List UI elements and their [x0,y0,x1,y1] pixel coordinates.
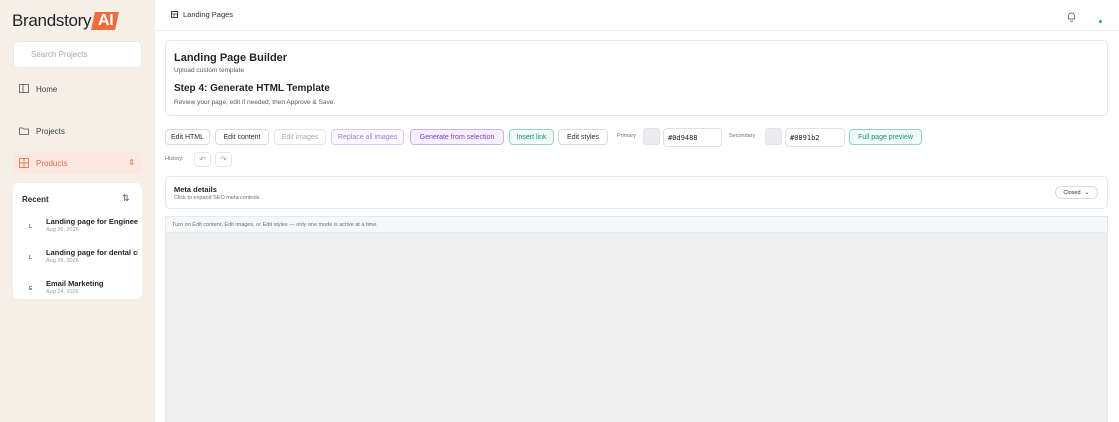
history-label: History: [165,156,184,162]
nav-item-projects-label: Projects [36,126,65,136]
brand-logo[interactable]: Brandstory AI [12,11,120,31]
top-bar: Landing Pages [155,0,1119,31]
breadcrumb[interactable]: Landing Pages [171,10,233,19]
builder-card: Landing Page Builder Upload custom templ… [165,40,1108,116]
recent-item-date: Aug 26, 2026 [46,227,79,233]
grid-icon [19,158,29,168]
full-page-preview-button[interactable]: Full page preview [849,129,922,145]
bell-icon[interactable] [1067,9,1076,22]
page-layout-icon [171,11,178,18]
sidebar: Brandstory AI Search Projects Home Proje… [0,0,155,422]
secondary-color-input[interactable]: #0891b2 [785,128,845,147]
layout-icon [19,84,29,94]
history-controls: History: ↶ ↷ [165,152,265,167]
search-placeholder: Search Projects [31,50,88,59]
recent-item-name: Landing page for Engineer [46,217,138,226]
chevron-updown-icon: ⇕ [128,158,135,167]
meta-toggle-label: Closed [1063,189,1081,196]
brand-ai-badge: AI [91,12,120,30]
recent-item-initial: L [29,224,33,230]
recent-item[interactable]: L Landing page for dental cl Aug 26, 202… [13,248,142,270]
meta-details-title: Meta details [174,185,217,194]
meta-toggle-button[interactable]: Closed ⌄ [1055,186,1098,199]
editor-toolbar: Edit HTML Edit content Edit images Repla… [165,128,1108,147]
sort-icon[interactable]: ⇅ [122,193,130,204]
chevron-down-icon: ⌄ [1084,190,1090,196]
redo-icon[interactable]: ↷ [215,152,232,167]
undo-icon[interactable]: ↶ [194,152,211,167]
nav-item-home[interactable]: Home [13,78,142,100]
edit-html-button[interactable]: Edit HTML [165,129,210,145]
search-projects-input[interactable]: Search Projects [13,41,142,68]
recent-item-initial: L [29,255,33,261]
secondary-color-label: Secondary [729,133,756,139]
recent-item-date: Aug 24, 2026 [46,289,79,295]
status-dot [1099,20,1102,23]
primary-color-label: Primary [617,133,636,139]
nav-item-products-label: Products [36,158,68,168]
recent-item-date: Aug 26, 2026 [46,258,79,264]
nav-item-projects[interactable]: Projects [13,120,142,142]
step-title: Step 4: Generate HTML Template [174,83,330,94]
page-title: Landing Page Builder [174,52,288,64]
breadcrumb-label: Landing Pages [183,10,234,19]
page-preview-area[interactable]: Turn on Edit content, Edit images, or Ed… [165,216,1108,422]
nav-item-home-label: Home [36,84,58,94]
recent-title: Recent [22,195,49,204]
primary-color-input[interactable]: #0d9488 [663,128,722,147]
page-subtitle: Upload custom template [174,67,245,74]
recent-item-name: Email Marketing [46,279,104,288]
edit-images-button[interactable]: Edit images [274,129,326,145]
preview-mode-note: Turn on Edit content, Edit images, or Ed… [166,217,1107,233]
edit-styles-button[interactable]: Edit styles [558,129,608,145]
insert-link-button[interactable]: Insert link [509,129,554,145]
secondary-color-swatch[interactable] [765,128,782,145]
edit-content-button[interactable]: Edit content [215,129,269,145]
recent-item[interactable]: L Landing page for Engineer Aug 26, 2026 [13,217,142,239]
generate-from-selection-button[interactable]: Generate from selection [410,129,504,145]
step-description: Review your page, edit if needed, then A… [174,99,336,106]
recent-item-initial: E [29,286,33,292]
recent-item[interactable]: E Email Marketing Aug 24, 2026 [13,279,142,301]
recent-panel: Recent ⇅ L Landing page for Engineer Aug… [13,183,142,299]
meta-details-subtitle: Click to expand SEO meta controls. [174,195,261,201]
replace-all-images-button[interactable]: Replace all images [331,129,404,145]
brand-name: Brandstory [12,11,92,30]
folder-icon [19,126,29,136]
primary-color-swatch[interactable] [643,128,660,145]
meta-details-panel[interactable]: Meta details Click to expand SEO meta co… [165,176,1108,209]
nav-item-products[interactable]: Products ⇕ [13,152,142,174]
recent-item-name: Landing page for dental cl [46,248,138,257]
